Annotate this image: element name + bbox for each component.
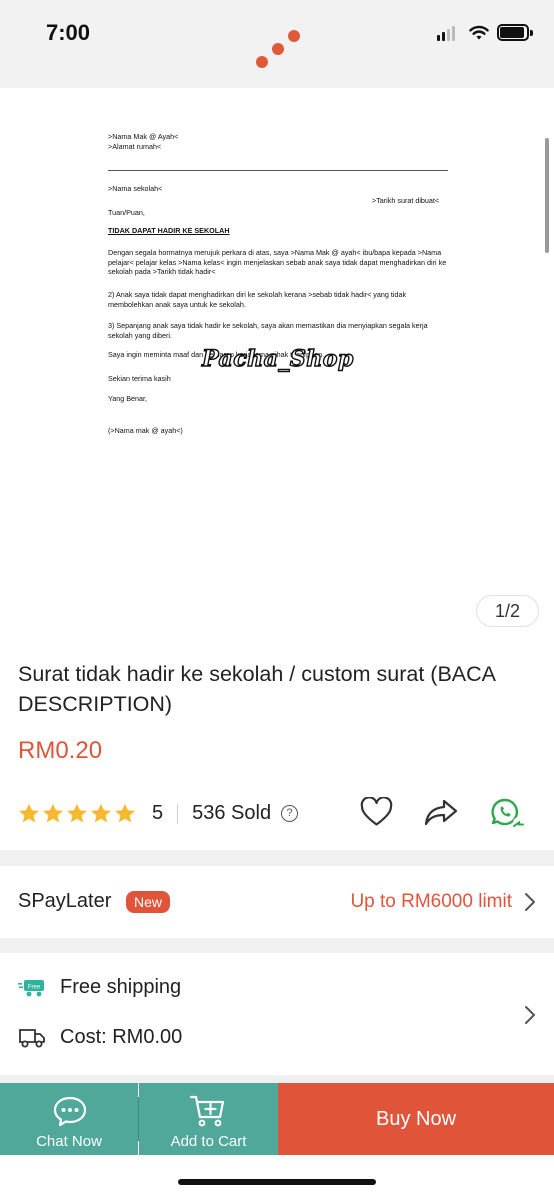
- free-shipping-row: Free Free shipping: [18, 976, 181, 999]
- doc-paragraph: 2) Anak saya tidak dapat menghadirkan di…: [108, 290, 407, 309]
- buy-now-button[interactable]: Buy Now: [278, 1083, 554, 1155]
- doc-signature: (>Nama mak @ ayah<): [108, 426, 183, 435]
- help-icon[interactable]: ?: [281, 805, 299, 822]
- doc-divider: [108, 170, 448, 171]
- free-shipping-truck-icon: Free: [18, 979, 44, 996]
- home-indicator-area: [0, 1155, 554, 1200]
- wifi-icon: [469, 25, 489, 40]
- truck-icon: [19, 1028, 45, 1047]
- divider: [177, 803, 179, 824]
- add-to-cart-button[interactable]: Add to Cart: [139, 1083, 278, 1155]
- rating-row[interactable]: 5 536 Sold ?: [18, 802, 299, 825]
- chevron-right-icon: [525, 893, 535, 911]
- free-badge-text: Free: [28, 984, 41, 990]
- battery-icon: [497, 24, 533, 41]
- image-page-indicator: 1/2: [476, 595, 539, 627]
- star-icon: [91, 803, 111, 823]
- star-icon: [67, 803, 87, 823]
- scrollbar[interactable]: [545, 138, 549, 253]
- section-divider: [0, 1075, 554, 1083]
- share-icon[interactable]: [424, 797, 458, 827]
- add-to-cart-label: Add to Cart: [170, 1133, 247, 1150]
- cellular-signal-icon: [437, 26, 455, 41]
- product-price: RM0.20: [18, 737, 103, 764]
- doc-paragraph: Dengan segala hormatnya merujuk perkara …: [108, 248, 447, 277]
- chat-now-label: Chat Now: [36, 1133, 102, 1150]
- chat-icon: [53, 1096, 87, 1127]
- shipping-cost-label: Cost: RM0.00: [60, 1026, 183, 1048]
- spaylater-label: SPayLater: [18, 890, 112, 912]
- star-rating: [18, 803, 136, 824]
- star-icon: [19, 803, 39, 823]
- heart-icon[interactable]: [360, 797, 393, 827]
- star-icon: [43, 803, 63, 823]
- product-title: Surat tidak hadir ke sekolah / custom su…: [18, 662, 495, 716]
- product-info: Surat tidak hadir ke sekolah / custom su…: [0, 640, 554, 850]
- rating-value: 5: [152, 802, 164, 824]
- chat-now-button[interactable]: Chat Now: [0, 1083, 138, 1155]
- doc-address-line: >Alamat rumah<: [108, 142, 162, 151]
- status-bar: 7:00: [0, 0, 554, 88]
- shipping-section[interactable]: Free Free shipping Cost: RM0.00: [0, 953, 554, 1075]
- new-badge: New: [126, 891, 171, 913]
- doc-date: >Tarikh surat dibuat<: [372, 196, 440, 205]
- section-divider: [0, 938, 554, 953]
- product-image-gallery[interactable]: >Nama Mak @ Ayah< >Alamat rumah< >Nama s…: [0, 88, 554, 640]
- loading-indicator: [252, 26, 302, 70]
- spaylater-limit: Up to RM6000 limit: [350, 891, 512, 912]
- shop-watermark: Pacha_Shop: [201, 345, 354, 372]
- free-shipping-label: Free shipping: [60, 976, 182, 998]
- doc-closing: Yang Benar,: [108, 394, 148, 403]
- doc-paragraph: 3) Sepanjang anak saya tidak hadir ke se…: [108, 321, 428, 340]
- doc-school: >Nama sekolah<: [108, 184, 163, 193]
- home-indicator[interactable]: [178, 1179, 376, 1185]
- buy-now-label: Buy Now: [375, 1107, 457, 1130]
- doc-salutation: Tuan/Puan,: [108, 208, 145, 217]
- spaylater-row[interactable]: SPayLater New Up to RM6000 limit: [0, 866, 554, 938]
- doc-address-line: >Nama Mak @ Ayah<: [108, 132, 179, 141]
- bottom-action-bar: Chat Now Add to Cart Buy Now: [0, 1083, 554, 1155]
- doc-closing: Sekian terima kasih: [108, 374, 171, 383]
- shipping-cost-row: Cost: RM0.00: [18, 1026, 182, 1049]
- chevron-right-icon: [525, 1006, 535, 1024]
- section-divider: [0, 850, 554, 866]
- status-time: 7:00: [46, 20, 91, 45]
- doc-subject: TIDAK DAPAT HADIR KE SEKOLAH: [108, 226, 230, 235]
- whatsapp-share-icon[interactable]: [490, 797, 526, 831]
- sold-count: 536 Sold: [192, 802, 272, 824]
- add-to-cart-icon: [189, 1095, 225, 1127]
- star-icon: [115, 803, 135, 823]
